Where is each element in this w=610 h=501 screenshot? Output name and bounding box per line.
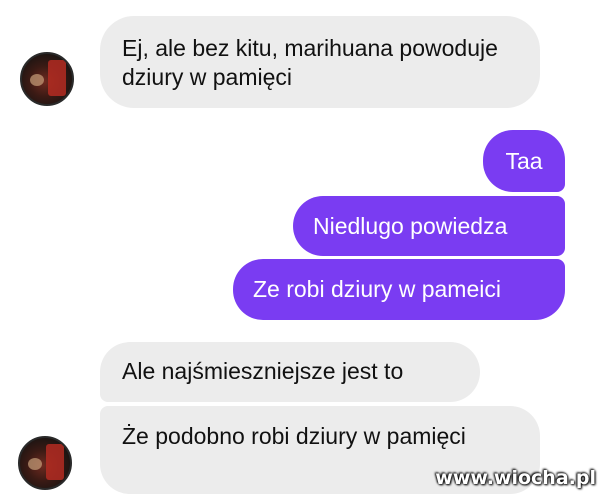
site-watermark: www.wiocha.pl (435, 467, 596, 489)
outgoing-message-bubble[interactable]: Niedlugo powiedza (293, 196, 565, 256)
message-text: Że podobno robi dziury w pamięci (122, 423, 466, 449)
contact-avatar[interactable] (18, 436, 72, 490)
message-text: Ze robi dziury w pameici (253, 276, 501, 302)
avatar-photo-detail (28, 458, 42, 470)
outgoing-message-bubble[interactable]: Taa (483, 130, 565, 192)
chat-thread: Ej, ale bez kitu, marihuana powoduje dzi… (0, 0, 610, 501)
message-text: Niedlugo powiedza (313, 212, 508, 239)
avatar-photo-detail (46, 444, 64, 480)
message-text: Taa (505, 147, 543, 174)
message-text: Ej, ale bez kitu, marihuana powoduje dzi… (122, 35, 498, 90)
avatar-photo-detail (48, 60, 66, 96)
avatar-photo-detail (30, 74, 44, 86)
outgoing-message-bubble[interactable]: Ze robi dziury w pameici (233, 259, 565, 320)
incoming-message-bubble[interactable]: Ale najśmieszniejsze jest to (100, 342, 480, 402)
contact-avatar[interactable] (20, 52, 74, 106)
incoming-message-bubble[interactable]: Ej, ale bez kitu, marihuana powoduje dzi… (100, 16, 540, 108)
message-text: Ale najśmieszniejsze jest to (122, 358, 404, 384)
